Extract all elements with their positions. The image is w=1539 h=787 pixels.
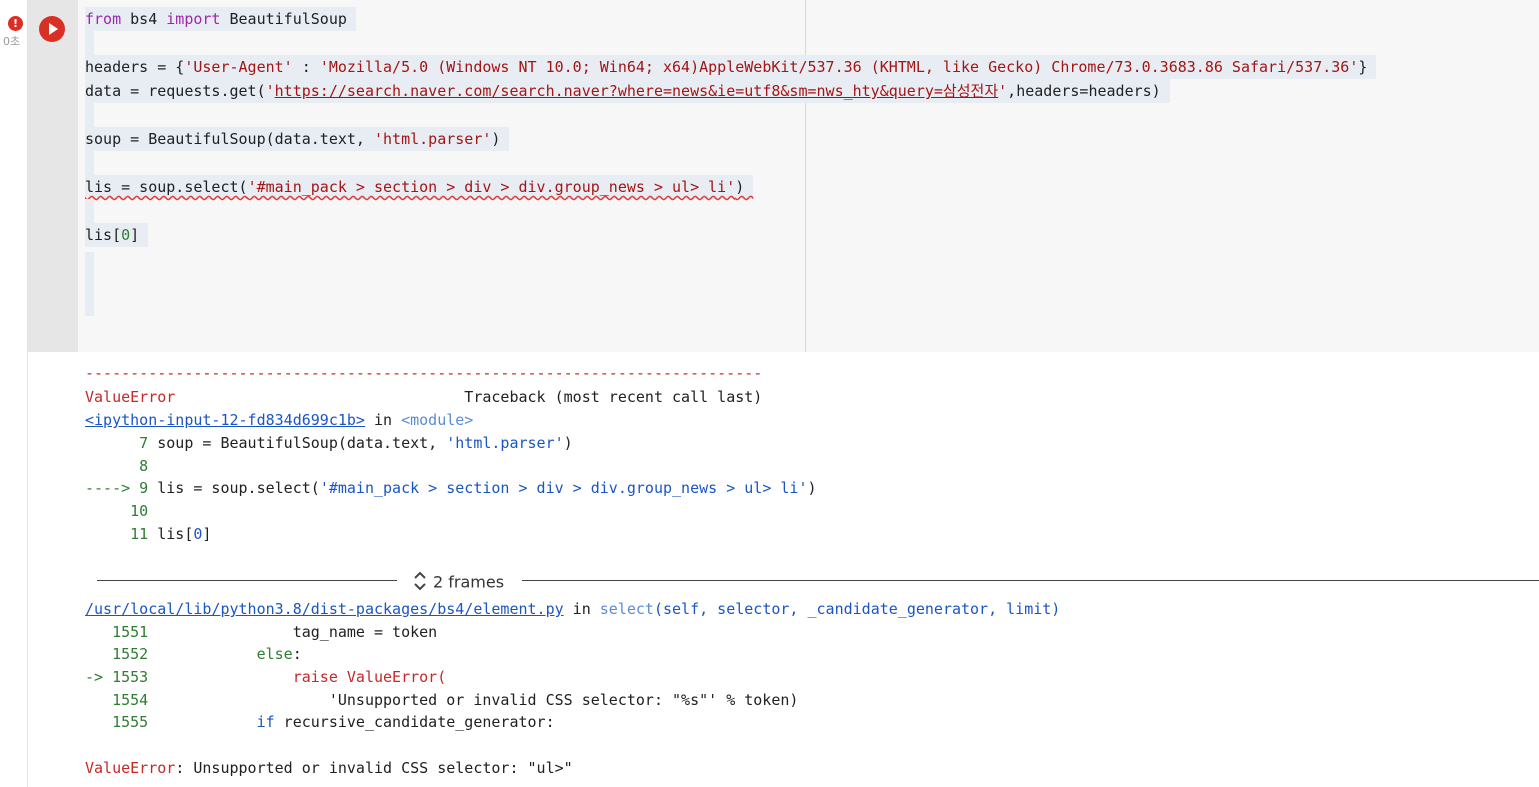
line-number: 1551 — [85, 623, 149, 641]
frame-1-header: <ipython-input-12-fd834d699c1b> in <modu… — [85, 409, 473, 431]
frames-divider-right — [522, 580, 1539, 581]
string-literal: 'html.parser' — [373, 130, 492, 148]
url-link[interactable]: https://search.naver.com/search.naver?wh… — [275, 82, 998, 100]
frame-module: <module> — [401, 411, 474, 429]
tb-line-9: ----> 9 lis = soup.select('#main_pack > … — [85, 477, 817, 499]
tb-code: tag_name = token — [148, 623, 438, 641]
keyword: import — [166, 10, 221, 28]
tb-string: 'html.parser' — [446, 434, 564, 452]
line-length-ruler — [805, 0, 806, 352]
tb-string: '#main_pack > section > div > div.group_… — [319, 479, 808, 497]
code-line-8[interactable]: lis = soup.select('#main_pack > section … — [85, 175, 754, 199]
code-line-3[interactable]: headers = {'User-Agent' : 'Mozilla/5.0 (… — [85, 55, 1377, 79]
code-text: : — [292, 58, 320, 76]
code-line-1[interactable]: from bs4 import BeautifulSoup — [85, 7, 356, 31]
tb-code: : — [292, 645, 302, 663]
tb-code: ValueError( — [337, 668, 447, 686]
tb-line-1552: 1552 else: — [85, 643, 302, 665]
code-text: bs4 — [121, 10, 167, 28]
tb-keyword: if — [256, 713, 275, 731]
traceback-header: ValueError Traceback (most recent call l… — [85, 386, 762, 408]
tb-code — [148, 713, 256, 731]
code-text: data = requests.get( — [85, 82, 266, 100]
tb-code: ) — [807, 479, 817, 497]
error-arrow: ----> 9 — [85, 479, 149, 497]
empty-lines-highlight — [85, 252, 94, 316]
tb-line-1554: 1554 'Unsupported or invalid CSS selecto… — [85, 689, 798, 711]
tb-line-1551: 1551 tag_name = token — [85, 621, 437, 643]
error-arrow: -> 1553 — [85, 668, 149, 686]
string-literal: 'Mozilla/5.0 (Windows NT 10.0; Win64; x6… — [319, 58, 1359, 76]
frame-2-header: /usr/local/lib/python3.8/dist-packages/b… — [85, 598, 1060, 620]
error-type: ValueError — [85, 388, 176, 406]
tb-code: recursive_candidate_generator: — [274, 713, 555, 731]
tb-line-11: 11 lis[0] — [85, 523, 211, 545]
tb-code: lis[ — [148, 525, 194, 543]
error-message: : Unsupported or invalid CSS selector: "… — [175, 759, 573, 777]
tb-code: ] — [202, 525, 212, 543]
code-text-error-underline: lis = soup.select('#main_pack > section … — [85, 178, 754, 196]
tb-line-10: 10 — [85, 500, 148, 522]
code-text: BeautifulSoup — [220, 10, 356, 28]
tb-line-7: 7 soup = BeautifulSoup(data.text, 'html.… — [85, 432, 573, 454]
string-literal: ' — [998, 82, 1008, 100]
frames-label: 2 frames — [433, 572, 505, 592]
expand-frames-button[interactable]: 2 frames — [413, 569, 504, 595]
frames-divider-left — [97, 580, 397, 581]
play-icon — [49, 23, 58, 35]
line-number: 11 — [85, 525, 149, 543]
code-line-6[interactable]: soup = BeautifulSoup(data.text, 'html.pa… — [85, 127, 510, 151]
traceback-label: Traceback (most recent call last) — [175, 388, 763, 406]
code-text: soup = BeautifulSoup(data.text, — [85, 130, 374, 148]
execution-time: 0초 — [3, 35, 21, 48]
number-literal: 0 — [121, 226, 131, 244]
frame-in: in — [563, 600, 600, 618]
code-text: ) — [491, 130, 510, 148]
run-cell-button[interactable] — [39, 16, 65, 42]
line-number: 1554 — [85, 691, 149, 709]
code-line-10[interactable]: lis[0] — [85, 223, 149, 247]
tb-keyword: else — [256, 645, 293, 663]
code-text: ] — [130, 226, 149, 244]
string-literal: ' — [265, 82, 275, 100]
line-number: 8 — [85, 457, 149, 475]
code-line-2[interactable] — [85, 31, 94, 55]
tb-code: lis = soup.select( — [148, 479, 320, 497]
tb-line-8: 8 — [85, 455, 148, 477]
line-number: 1552 — [85, 645, 149, 663]
code-line-7[interactable] — [85, 151, 94, 175]
frame-args: (self, selector, _candidate_generator, l… — [653, 600, 1061, 618]
code-line-5[interactable] — [85, 103, 94, 127]
frame-function: select — [599, 600, 654, 618]
tb-code — [148, 668, 293, 686]
tb-line-1555: 1555 if recursive_candidate_generator: — [85, 711, 555, 733]
keyword: from — [85, 10, 122, 28]
tb-code: 'Unsupported or invalid CSS selector: "%… — [148, 691, 799, 709]
code-text: lis[ — [85, 226, 122, 244]
expand-collapse-icon — [413, 569, 427, 597]
tb-code: ) — [563, 434, 573, 452]
error-type: ValueError — [85, 759, 176, 777]
line-number: 7 — [85, 434, 149, 452]
error-status-icon: ! — [8, 16, 23, 31]
code-line-9[interactable] — [85, 199, 94, 223]
element-py-link[interactable]: /usr/local/lib/python3.8/dist-packages/b… — [85, 600, 564, 618]
tb-code — [148, 645, 256, 663]
traceback-separator: ----------------------------------------… — [85, 364, 763, 382]
ipython-input-link[interactable]: <ipython-input-12-fd834d699c1b> — [85, 411, 365, 429]
tb-code: soup = BeautifulSoup(data.text, — [148, 434, 447, 452]
code-line-4[interactable]: data = requests.get('https://search.nave… — [85, 79, 1170, 103]
code-text: headers = { — [85, 58, 185, 76]
frame-in: in — [364, 411, 402, 429]
left-gutter: ! 0초 — [0, 0, 28, 787]
code-text: ,headers=headers) — [1007, 82, 1170, 100]
tb-keyword: raise — [292, 668, 338, 686]
tb-line-1553: -> 1553 raise ValueError( — [85, 666, 446, 688]
line-number: 10 — [85, 502, 149, 520]
string-literal: 'User-Agent' — [184, 58, 293, 76]
final-error-message: ValueError: Unsupported or invalid CSS s… — [85, 757, 573, 779]
line-number: 1555 — [85, 713, 149, 731]
cell-run-gutter — [28, 0, 78, 352]
code-text: } — [1358, 58, 1377, 76]
